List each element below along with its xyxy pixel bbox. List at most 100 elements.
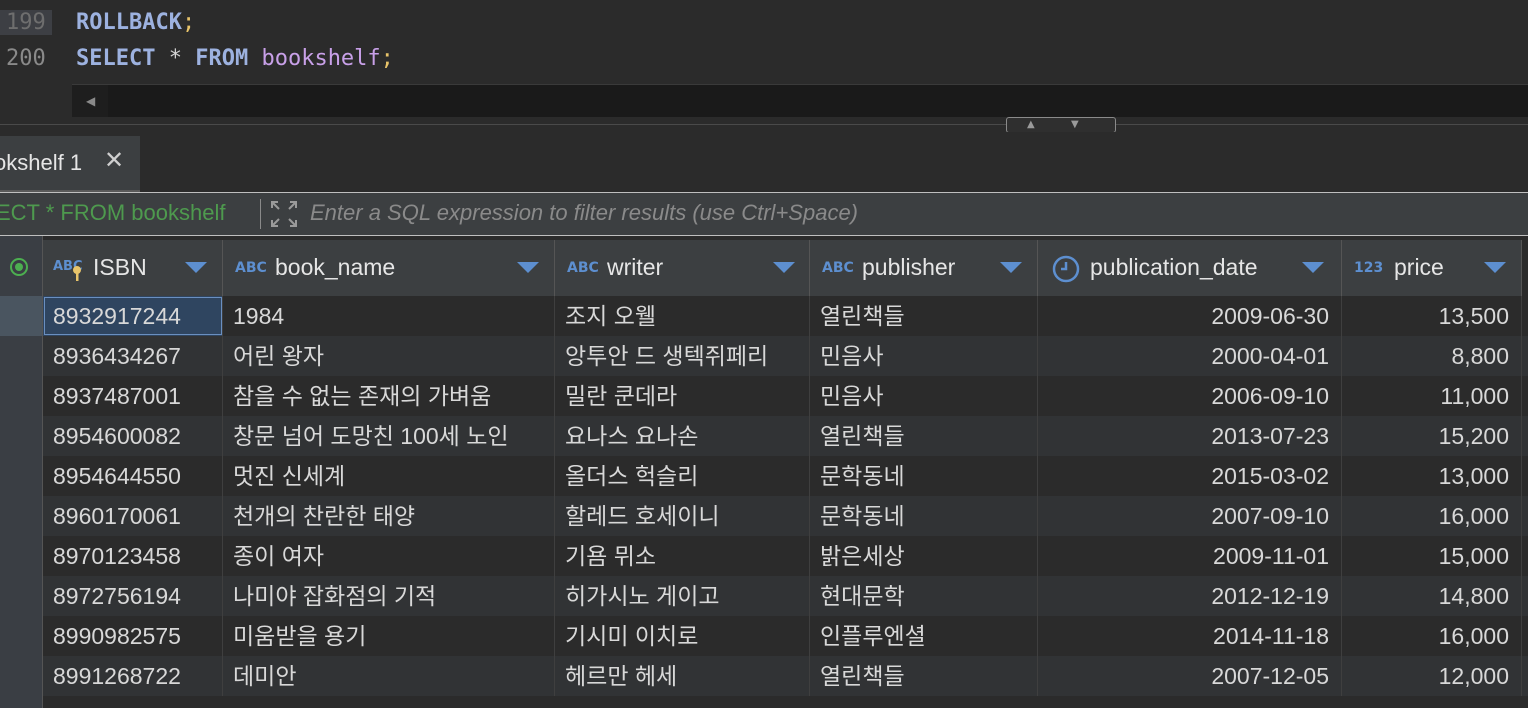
cell-isbn[interactable]: 8937487001 [43,376,223,416]
cell-book-name[interactable]: 1984 [223,296,555,336]
result-grid[interactable]: ABC ISBN ABC book_name ABC writer ABC pu… [0,236,1528,708]
sort-dropdown-icon[interactable] [1000,262,1022,273]
cell-publisher[interactable]: 현대문학 [810,576,1038,616]
cell-price[interactable]: 16,000 [1342,496,1522,536]
cell-price[interactable]: 13,000 [1342,456,1522,496]
cell-publication-date[interactable]: 2000-04-01 [1038,336,1342,376]
table-row[interactable]: 8972756194 나미야 잡화점의 기적 히가시노 게이고 현대문학 2012-12… [43,576,1528,616]
cell-price[interactable]: 11,000 [1342,376,1522,416]
table-row[interactable]: 8937487001 참을 수 없는 존재의 가벼움 밀란 쿤데라 민음사 2006-0… [43,376,1528,416]
cell-book-name[interactable]: 어린 왕자 [223,336,555,376]
sort-dropdown-icon[interactable] [773,262,795,273]
cell-isbn[interactable]: 8954600082 [43,416,223,456]
cell-publisher[interactable]: 민음사 [810,376,1038,416]
cell-publisher[interactable]: 열린책들 [810,416,1038,456]
collapse-down-icon[interactable]: ▼ [1071,119,1079,130]
cell-book-name[interactable]: 천개의 찬란한 태양 [223,496,555,536]
cell-writer[interactable]: 기욤 뮈소 [555,536,810,576]
column-header-book-name[interactable]: ABC book_name [223,240,555,296]
cell-writer[interactable]: 밀란 쿤데라 [555,376,810,416]
tab-result-bookshelf[interactable]: okshelf 1 ✕ [0,136,140,192]
cell-isbn[interactable]: 8970123458 [43,536,223,576]
collapse-up-icon[interactable]: ▲ [1027,119,1035,130]
cell-price[interactable]: 14,800 [1342,576,1522,616]
cell-publisher[interactable]: 열린책들 [810,296,1038,336]
filter-input[interactable]: Enter a SQL expression to filter results… [310,200,858,226]
code-line-200[interactable]: SELECT * FROM bookshelf; [76,46,394,71]
scrollbar-thumb[interactable] [108,85,1528,117]
cell-book-name[interactable]: 데미안 [223,656,555,696]
column-header-isbn[interactable]: ABC ISBN [43,240,223,296]
cell-isbn[interactable]: 8932917244 [43,296,223,336]
cell-publication-date[interactable]: 2009-11-01 [1038,536,1342,576]
cell-book-name[interactable]: 멋진 신세계 [223,456,555,496]
sort-dropdown-icon[interactable] [1302,262,1324,273]
panel-splitter[interactable] [0,124,1528,131]
cell-publisher[interactable]: 민음사 [810,336,1038,376]
cell-writer[interactable]: 헤르만 헤세 [555,656,810,696]
row-header-column[interactable] [0,236,43,708]
cell-publication-date[interactable]: 2006-09-10 [1038,376,1342,416]
cell-isbn[interactable]: 8972756194 [43,576,223,616]
cell-book-name[interactable]: 나미야 잡화점의 기적 [223,576,555,616]
sort-dropdown-icon[interactable] [517,262,539,273]
cell-isbn[interactable]: 8954644550 [43,456,223,496]
cell-price[interactable]: 8,800 [1342,336,1522,376]
expand-icon[interactable] [268,198,300,230]
cell-isbn[interactable]: 8936434267 [43,336,223,376]
cell-writer[interactable]: 조지 오웰 [555,296,810,336]
cell-writer[interactable]: 할레드 호세이니 [555,496,810,536]
cell-book-name[interactable]: 참을 수 없는 존재의 가벼움 [223,376,555,416]
cell-writer[interactable]: 히가시노 게이고 [555,576,810,616]
cell-writer[interactable]: 올더스 헉슬리 [555,456,810,496]
column-header-publisher[interactable]: ABC publisher [810,240,1038,296]
scroll-left-icon[interactable]: ◀ [86,94,95,108]
column-header-publication-date[interactable]: publication_date [1038,240,1342,296]
row-marker[interactable] [0,296,42,336]
cell-publisher[interactable]: 문학동네 [810,496,1038,536]
column-header-price[interactable]: 123 price [1342,240,1522,296]
sort-dropdown-icon[interactable] [185,262,207,273]
horizontal-scrollbar[interactable]: ◀ [72,84,1528,117]
table-row[interactable]: 8954644550 멋진 신세계 올더스 헉슬리 문학동네 2015-03-02 13,… [43,456,1528,496]
cell-book-name[interactable]: 종이 여자 [223,536,555,576]
cell-price[interactable]: 15,000 [1342,536,1522,576]
table-row[interactable]: 8970123458 종이 여자 기욤 뮈소 밝은세상 2009-11-01 15,000 [43,536,1528,576]
sql-editor[interactable]: 199 200 ROLLBACK; SELECT * FROM bookshel… [0,0,1528,124]
cell-price[interactable]: 12,000 [1342,656,1522,696]
cell-isbn[interactable]: 8991268722 [43,656,223,696]
cell-isbn[interactable]: 8990982575 [43,616,223,656]
table-row[interactable]: 8932917244 1984 조지 오웰 열린책들 2009-06-30 13,500 [43,296,1528,336]
cell-writer[interactable]: 기시미 이치로 [555,616,810,656]
cell-publisher[interactable]: 열린책들 [810,656,1038,696]
select-all-icon[interactable] [10,258,28,276]
code-line-199[interactable]: ROLLBACK; [76,10,195,35]
cell-book-name[interactable]: 창문 넘어 도망친 100세 노인 [223,416,555,456]
cell-publisher[interactable]: 밝은세상 [810,536,1038,576]
cell-publication-date[interactable]: 2009-06-30 [1038,296,1342,336]
cell-publication-date[interactable]: 2007-09-10 [1038,496,1342,536]
cell-writer[interactable]: 요나스 요나손 [555,416,810,456]
column-header-writer[interactable]: ABC writer [555,240,810,296]
table-row[interactable]: 8960170061 천개의 찬란한 태양 할레드 호세이니 문학동네 2007-09-… [43,496,1528,536]
cell-publication-date[interactable]: 2014-11-18 [1038,616,1342,656]
sort-dropdown-icon[interactable] [1484,262,1506,273]
cell-publication-date[interactable]: 2007-12-05 [1038,656,1342,696]
cell-book-name[interactable]: 미움받을 용기 [223,616,555,656]
cell-isbn[interactable]: 8960170061 [43,496,223,536]
cell-publisher[interactable]: 문학동네 [810,456,1038,496]
cell-price[interactable]: 15,200 [1342,416,1522,456]
close-icon[interactable]: ✕ [104,148,124,172]
table-row[interactable]: 8990982575 미움받을 용기 기시미 이치로 인플루엔셜 2014-11-18 1… [43,616,1528,656]
cell-price[interactable]: 16,000 [1342,616,1522,656]
table-row[interactable]: 8954600082 창문 넘어 도망친 100세 노인 요나스 요나손 열린책들 20… [43,416,1528,456]
cell-publication-date[interactable]: 2013-07-23 [1038,416,1342,456]
table-row[interactable]: 8991268722 데미안 헤르만 헤세 열린책들 2007-12-05 12,000 [43,656,1528,696]
cell-publisher[interactable]: 인플루엔셜 [810,616,1038,656]
cell-publication-date[interactable]: 2015-03-02 [1038,456,1342,496]
cell-publication-date[interactable]: 2012-12-19 [1038,576,1342,616]
split-handle[interactable]: ▲ ▼ [1006,117,1116,133]
cell-price[interactable]: 13,500 [1342,296,1522,336]
cell-writer[interactable]: 앙투안 드 생텍쥐페리 [555,336,810,376]
table-row[interactable]: 8936434267 어린 왕자 앙투안 드 생텍쥐페리 민음사 2000-04-01 8… [43,336,1528,376]
